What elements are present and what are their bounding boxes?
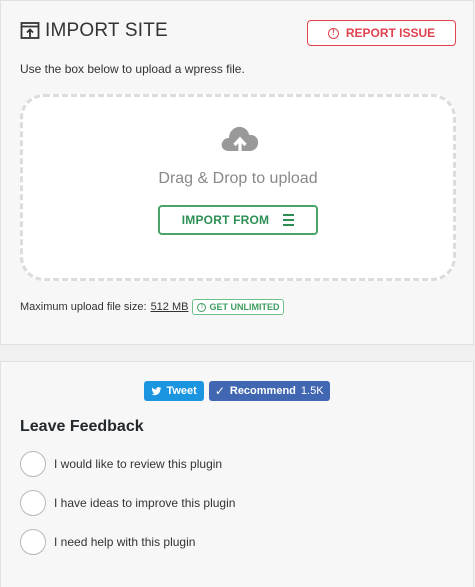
feedback-option-help[interactable]: I need help with this plugin — [20, 529, 195, 555]
max-size-label: Maximum upload file size: — [20, 301, 147, 313]
feedback-panel: Tweet ✓ Recommend 1.5K Leave Feedback I … — [0, 361, 474, 587]
upload-instruction: Use the box below to upload a wpress fil… — [20, 62, 245, 76]
tweet-label: Tweet — [166, 385, 197, 397]
tweet-button[interactable]: Tweet — [144, 381, 204, 401]
recommend-button[interactable]: ✓ Recommend 1.5K — [208, 381, 330, 401]
feedback-option-review[interactable]: I would like to review this plugin — [20, 451, 222, 477]
feedback-title: Leave Feedback — [20, 418, 144, 435]
import-panel: IMPORT SITE ! REPORT ISSUE Use the box b… — [0, 0, 474, 345]
get-unlimited-button[interactable]: ! GET UNLIMITED — [192, 299, 285, 315]
drag-drop-text: Drag & Drop to upload — [158, 170, 318, 187]
social-buttons: Tweet ✓ Recommend 1.5K — [1, 381, 473, 401]
radio-button[interactable] — [20, 490, 46, 516]
menu-icon — [283, 214, 295, 226]
warning-icon: ! — [327, 27, 339, 39]
recommend-label: Recommend — [229, 385, 296, 397]
radio-button[interactable] — [20, 451, 46, 477]
page-title: IMPORT SITE — [45, 20, 168, 41]
panel-title: IMPORT SITE — [20, 20, 168, 42]
max-size-value: 512 MB — [150, 301, 189, 313]
cloud-upload-icon — [221, 126, 259, 154]
max-upload-size: Maximum upload file size: 512 MB ! GET U… — [20, 299, 285, 315]
info-icon: ! — [197, 302, 207, 312]
get-unlimited-label: GET UNLIMITED — [209, 302, 280, 312]
feedback-option-label: I have ideas to improve this plugin — [54, 496, 236, 510]
report-issue-button[interactable]: ! REPORT ISSUE — [307, 20, 456, 46]
twitter-bird-icon — [151, 386, 162, 395]
feedback-option-label: I would like to review this plugin — [54, 457, 223, 471]
checkmark-icon: ✓ — [214, 384, 225, 398]
radio-button[interactable] — [20, 529, 46, 555]
import-from-button[interactable]: IMPORT FROM — [158, 205, 318, 235]
upload-dropzone[interactable]: Drag & Drop to upload IMPORT FROM — [20, 94, 456, 281]
feedback-option-ideas[interactable]: I have ideas to improve this plugin — [20, 490, 235, 516]
recommend-count: 1.5K — [300, 385, 324, 397]
import-icon — [20, 22, 40, 39]
report-issue-label: REPORT ISSUE — [345, 26, 436, 40]
feedback-option-label: I need help with this plugin — [54, 535, 196, 549]
import-from-label: IMPORT FROM — [181, 213, 270, 227]
